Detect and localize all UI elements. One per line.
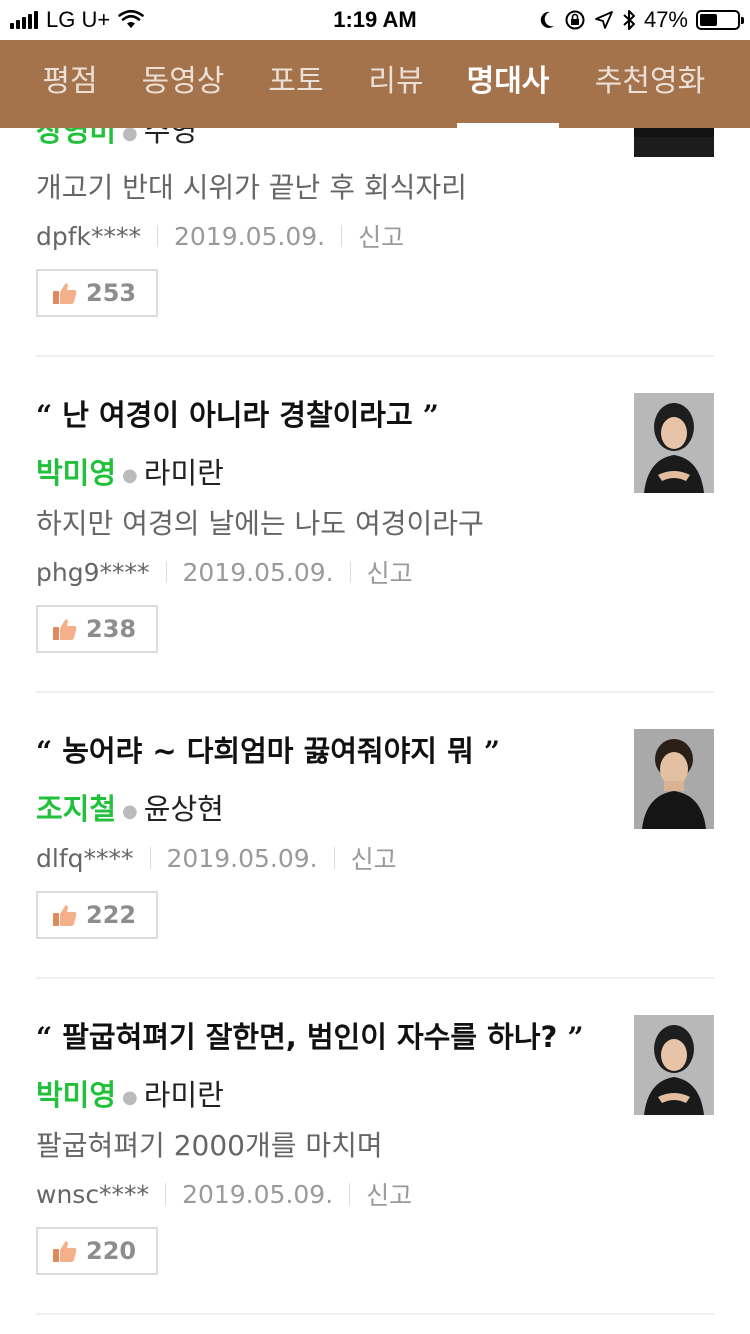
location-arrow-icon bbox=[595, 11, 613, 29]
separator-dot: ● bbox=[122, 464, 138, 486]
bluetooth-icon bbox=[623, 10, 635, 30]
role-name: 윤상현 bbox=[143, 792, 224, 826]
close-quote-mark: ” bbox=[567, 1021, 584, 1054]
report-link[interactable]: 신고 bbox=[358, 218, 404, 254]
meta-divider bbox=[165, 561, 167, 583]
user-id: wnsc**** bbox=[36, 1179, 150, 1209]
post-date: 2019.05.09. bbox=[174, 221, 326, 251]
meta-divider bbox=[149, 847, 151, 869]
like-button[interactable]: 220 bbox=[36, 1227, 158, 1275]
tab-rating[interactable]: 평점 bbox=[40, 40, 100, 128]
meta-line: dpfk**** 2019.05.09. 신고 bbox=[36, 218, 404, 254]
quote-line: 농어랴 ~ 다희엄마 끓여줘야지 뭐 bbox=[62, 734, 474, 768]
scene-description: 팔굽혀펴기 2000개를 마치며 bbox=[36, 1129, 383, 1162]
meta-divider bbox=[349, 561, 351, 583]
scene-description: 개고기 반대 시위가 끝난 후 회식자리 bbox=[36, 171, 467, 204]
actor-role-line: 박미영 ● 라미란 bbox=[36, 450, 224, 492]
tab-photos[interactable]: 포토 bbox=[266, 40, 326, 128]
meta-divider bbox=[333, 847, 335, 869]
separator-dot: ● bbox=[122, 1086, 138, 1108]
tab-recommended[interactable]: 추천영화 bbox=[592, 40, 708, 128]
quote-text[interactable]: “ 농어랴 ~ 다희엄마 끓여줘야지 뭐 ” bbox=[36, 728, 500, 770]
report-link[interactable]: 신고 bbox=[351, 840, 397, 876]
open-quote-mark: “ bbox=[36, 399, 53, 432]
report-link[interactable]: 신고 bbox=[366, 1176, 412, 1212]
thumbs-up-icon bbox=[53, 283, 77, 304]
actor-role-line: 조지철 ● 윤상현 bbox=[36, 786, 224, 828]
scene-description: 하지만 여경의 날에는 나도 여경이라구 bbox=[36, 507, 484, 540]
like-count: 238 bbox=[86, 615, 137, 643]
section-tab-bar: 평점 동영상 포토 리뷰 명대사 추천영화 bbox=[0, 40, 750, 128]
tab-famous-lines[interactable]: 명대사 bbox=[457, 40, 559, 128]
post-date: 2019.05.09. bbox=[166, 843, 318, 873]
role-name: 라미란 bbox=[143, 1078, 224, 1112]
meta-line: dlfq**** 2019.05.09. 신고 bbox=[36, 840, 397, 876]
like-button[interactable]: 238 bbox=[36, 605, 158, 653]
orientation-lock-icon bbox=[565, 10, 585, 30]
battery-fill bbox=[700, 14, 717, 26]
actor-photo-image bbox=[634, 1015, 714, 1115]
quote-list: 장영미 ● 주영 개고기 반대 시위가 끝난 후 회식자리 dpfk**** 201… bbox=[0, 0, 750, 1334]
quote-text[interactable]: “ 난 여경이 아니라 경찰이라고 ” bbox=[36, 392, 439, 434]
actor-photo[interactable] bbox=[634, 1015, 714, 1115]
meta-line: phg9**** 2019.05.09. 신고 bbox=[36, 554, 413, 590]
actor-photo[interactable] bbox=[634, 729, 714, 829]
status-right: 47% bbox=[538, 7, 744, 33]
quote-line: 난 여경이 아니라 경찰이라고 bbox=[62, 398, 413, 432]
thumbs-up-icon bbox=[53, 1241, 77, 1262]
like-button[interactable]: 253 bbox=[36, 269, 158, 317]
actor-name[interactable]: 박미영 bbox=[36, 1078, 116, 1112]
card-divider bbox=[36, 355, 714, 357]
role-name: 라미란 bbox=[143, 456, 224, 490]
actor-photo-image bbox=[634, 393, 714, 493]
actor-photo[interactable] bbox=[634, 393, 714, 493]
quote-text[interactable]: “ 팔굽혀펴기 잘한면, 범인이 자수를 하나? ” bbox=[36, 1014, 584, 1056]
card-divider bbox=[36, 691, 714, 693]
tab-reviews[interactable]: 리뷰 bbox=[366, 40, 426, 128]
meta-divider bbox=[157, 225, 159, 247]
open-quote-mark: “ bbox=[36, 1021, 53, 1054]
thumbs-up-icon bbox=[53, 619, 77, 640]
open-quote-mark: “ bbox=[36, 735, 53, 768]
battery-nub bbox=[741, 17, 744, 24]
close-quote-mark: ” bbox=[483, 735, 500, 768]
actor-role-line: 박미영 ● 라미란 bbox=[36, 1072, 224, 1114]
status-bar: LG U+ 1:19 AM 47% bbox=[0, 0, 750, 40]
battery-percent: 47% bbox=[643, 7, 688, 32]
tab-videos[interactable]: 동영상 bbox=[140, 40, 226, 128]
post-date: 2019.05.09. bbox=[182, 557, 334, 587]
user-id: phg9**** bbox=[36, 557, 150, 587]
like-count: 253 bbox=[86, 279, 137, 307]
actor-name[interactable]: 조지철 bbox=[36, 792, 116, 826]
post-date: 2019.05.09. bbox=[182, 1179, 334, 1209]
thumbs-up-icon bbox=[53, 905, 77, 926]
actor-name[interactable]: 박미영 bbox=[36, 456, 116, 490]
like-count: 222 bbox=[86, 901, 137, 929]
card-divider bbox=[36, 1313, 714, 1315]
like-button[interactable]: 222 bbox=[36, 891, 158, 939]
like-count: 220 bbox=[86, 1237, 137, 1265]
quote-line: 팔굽혀펴기 잘한면, 범인이 자수를 하나? bbox=[62, 1020, 558, 1054]
meta-divider bbox=[349, 1183, 351, 1205]
meta-divider bbox=[165, 1183, 167, 1205]
separator-dot: ● bbox=[122, 800, 138, 822]
meta-line: wnsc**** 2019.05.09. 신고 bbox=[36, 1176, 412, 1212]
close-quote-mark: ” bbox=[422, 399, 439, 432]
actor-photo-image bbox=[634, 729, 714, 829]
report-link[interactable]: 신고 bbox=[367, 554, 413, 590]
card-divider bbox=[36, 977, 714, 979]
meta-divider bbox=[341, 225, 343, 247]
user-id: dlfq**** bbox=[36, 843, 134, 873]
battery-icon bbox=[696, 10, 744, 30]
user-id: dpfk**** bbox=[36, 221, 142, 251]
moon-icon bbox=[540, 11, 554, 28]
